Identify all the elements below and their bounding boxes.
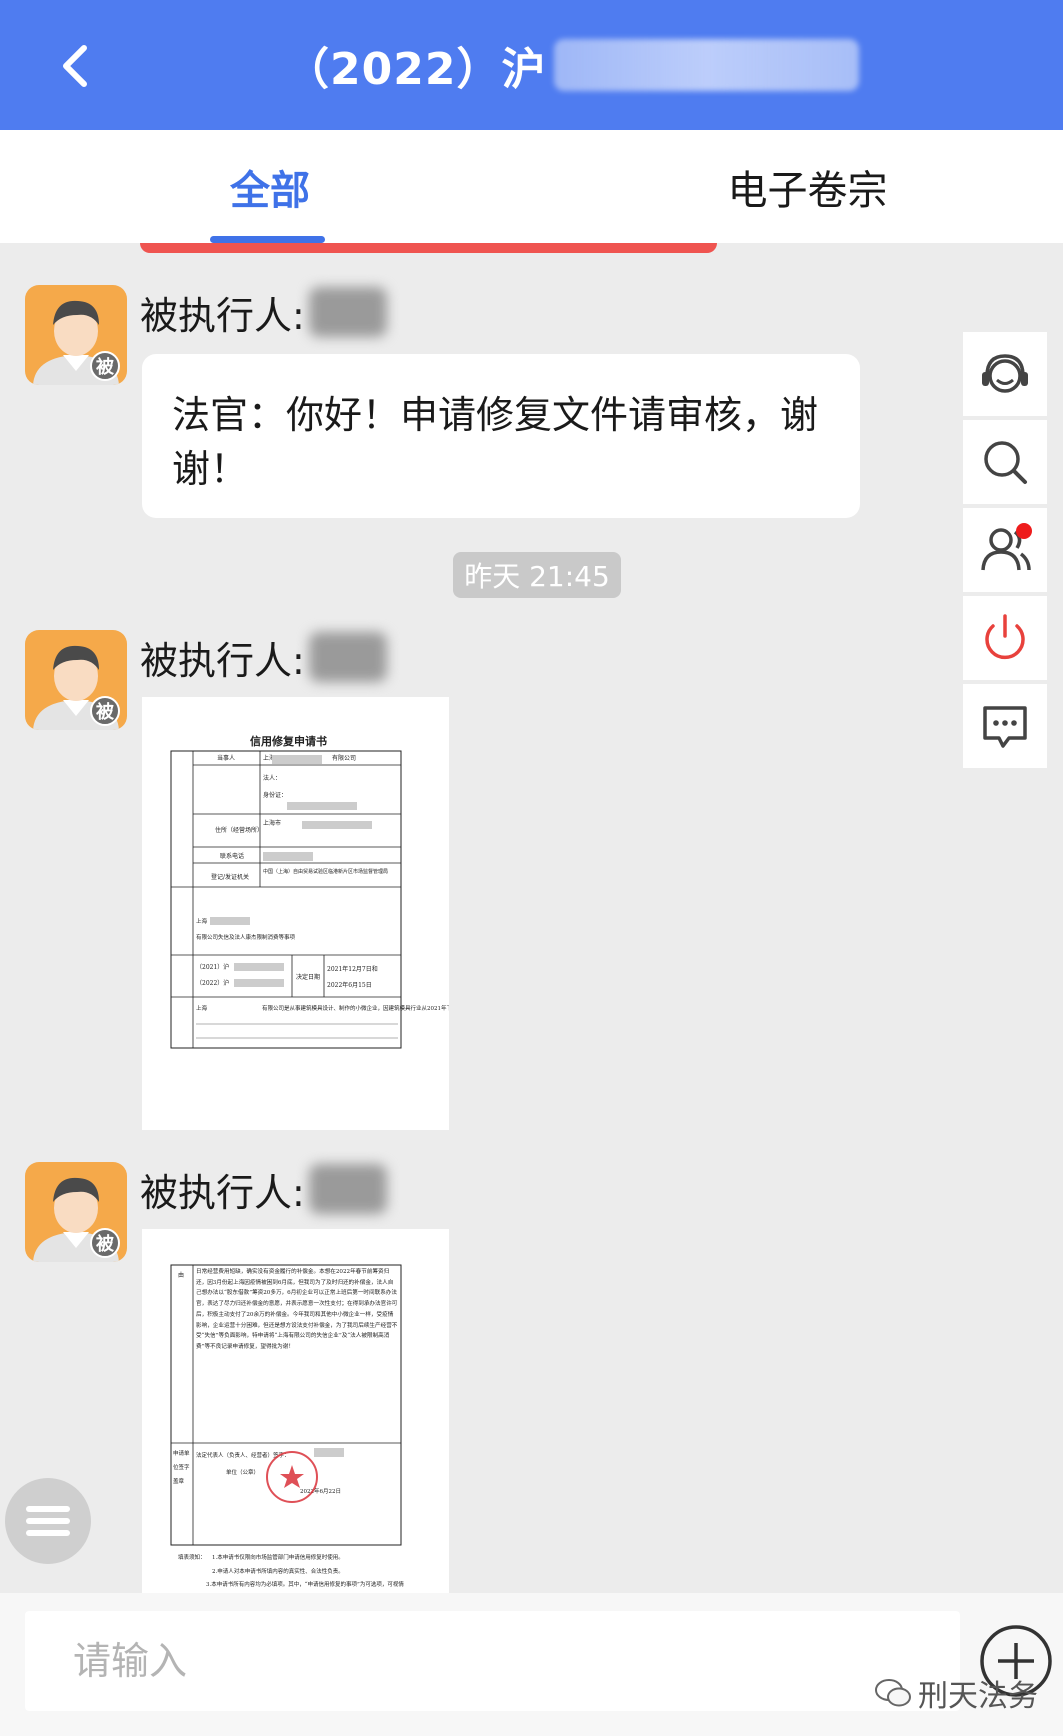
search-icon bbox=[984, 441, 1027, 484]
doc-title: 信用修复申请书 bbox=[250, 734, 327, 748]
search-button[interactable] bbox=[963, 420, 1047, 504]
case-title: （2022）沪 bbox=[285, 34, 860, 96]
sender-label: 被执行人: bbox=[140, 293, 305, 338]
avatar[interactable]: 被 bbox=[25, 1162, 127, 1262]
side-toolbar bbox=[963, 332, 1047, 772]
doc-cell: 决定日期 bbox=[296, 973, 320, 981]
contacts-button[interactable] bbox=[963, 508, 1047, 592]
tab-electronic-archive[interactable]: 电子卷宗 bbox=[700, 130, 915, 243]
doc-body-text: 日常经营费用短缺，确实没有资金履行的补偿金。本想在2022年春节前筹资归还，因3… bbox=[196, 1269, 398, 1350]
doc-sign-label: 申请单位签字盖章 bbox=[173, 1451, 190, 1485]
tab-all[interactable]: 全部 bbox=[170, 130, 370, 243]
doc-cell: 当事人 bbox=[217, 754, 235, 762]
doc-cell: 2021年12月7日和 bbox=[327, 965, 378, 973]
sender-name: 被执行人: bbox=[140, 282, 387, 342]
doc-cell: 联系电话 bbox=[220, 852, 244, 860]
message-bubble[interactable]: 法官：你好！申请修复文件请审核，谢谢！ bbox=[142, 354, 860, 518]
power-icon bbox=[985, 614, 1025, 660]
watermark-text: 刑天法务 bbox=[918, 1679, 1038, 1714]
sender-name: 被执行人: bbox=[140, 627, 387, 687]
chat-button[interactable] bbox=[963, 684, 1047, 768]
case-title-text: （2022）沪 bbox=[285, 44, 547, 95]
doc-seal-text: 单位（公章） bbox=[226, 1468, 259, 1476]
doc-cell: 有限公司 bbox=[332, 754, 356, 762]
role-badge: 被 bbox=[90, 351, 120, 381]
doc-notes-title: 填表须知： bbox=[178, 1553, 206, 1561]
message-text: 法官：你好！申请修复文件请审核，谢谢！ bbox=[172, 393, 819, 491]
doc-note: 1.本申请书仅限向市场监管部门申请信用修复时使用。 bbox=[212, 1553, 344, 1561]
notification-dot bbox=[1016, 523, 1032, 539]
official-seal bbox=[266, 1451, 318, 1503]
message-input[interactable] bbox=[73, 1639, 960, 1683]
doc-note: 2.申请人对本申请书所填内容的真实性、合法性负责。 bbox=[212, 1567, 344, 1575]
watermark: 刑天法务 bbox=[874, 1671, 1038, 1715]
customer-service-button[interactable] bbox=[963, 332, 1047, 416]
doc-date: 2022年6月22日 bbox=[300, 1487, 341, 1495]
message-timestamp: 昨天 21:45 bbox=[453, 552, 621, 598]
redacted-sender bbox=[308, 1164, 387, 1214]
message-composer: 刑天法务 bbox=[0, 1593, 1063, 1736]
doc-cell: 上海 bbox=[196, 917, 208, 925]
doc-cell: 法人： bbox=[263, 774, 281, 782]
sender-name: 被执行人: bbox=[140, 1159, 387, 1219]
doc-cell: 登记/发证机关 bbox=[211, 873, 249, 881]
doc-section-label: 由 bbox=[178, 1271, 184, 1279]
app-header: （2022）沪 bbox=[0, 0, 1063, 130]
role-badge: 被 bbox=[90, 1228, 120, 1258]
floating-menu-button[interactable] bbox=[5, 1478, 91, 1564]
redacted-sender bbox=[308, 632, 387, 682]
doc-cell: （2022）沪 bbox=[196, 979, 229, 987]
doc-cell: 有限公司是从事建筑模具设计、制作的小微企业，因建筑模具行业从2021年下半年开始… bbox=[262, 1004, 449, 1012]
back-button[interactable] bbox=[40, 30, 110, 100]
notice-banner-edge bbox=[140, 243, 717, 253]
doc-cell: 有限公司失信及法人康杰限制消费等事项 bbox=[196, 933, 296, 941]
redacted-case-number bbox=[554, 39, 860, 91]
doc-cell: 2022年6月15日 bbox=[327, 981, 372, 989]
doc-note: 3.本申请书所有内容均为必填项。其中，“申请信用修复的事项”为可选项，可视情况单… bbox=[206, 1582, 404, 1588]
avatar[interactable]: 被 bbox=[25, 630, 127, 730]
menu-icon bbox=[26, 1506, 70, 1536]
doc-cell: 中国（上海）自由贸易试验区临港新片区市场监督管理局 bbox=[263, 868, 388, 875]
wechat-icon bbox=[875, 1679, 911, 1707]
doc-cell: 上海 bbox=[196, 1004, 208, 1012]
tab-bar: 全部 电子卷宗 bbox=[0, 130, 1063, 243]
sender-label: 被执行人: bbox=[140, 1170, 305, 1215]
doc-cell: 身份证： bbox=[263, 791, 287, 799]
document-image-page-1[interactable]: 信用修复申请书 当事人 上海 有限公司 法人： 身份证： 住所（经营场所） 上海… bbox=[142, 697, 449, 1130]
avatar[interactable]: 被 bbox=[25, 285, 127, 385]
doc-cell: （2021）沪 bbox=[196, 963, 229, 971]
role-badge: 被 bbox=[90, 696, 120, 726]
redacted-sender bbox=[308, 287, 387, 337]
customer-service-icon bbox=[982, 354, 1028, 393]
message-input-container[interactable] bbox=[25, 1611, 960, 1711]
doc-cell: 住所（经营场所） bbox=[215, 826, 263, 834]
sender-label: 被执行人: bbox=[140, 638, 305, 683]
chat-icon bbox=[983, 706, 1027, 748]
chevron-left-icon bbox=[63, 45, 87, 87]
power-button[interactable] bbox=[963, 596, 1047, 680]
active-tab-indicator bbox=[210, 236, 325, 243]
doc-cell: 上海市 bbox=[263, 819, 281, 827]
document-image-page-2[interactable]: 由 日常经营费用短缺，确实没有资金履行的补偿金。本想在2022年春节前筹资归还，… bbox=[142, 1229, 449, 1593]
